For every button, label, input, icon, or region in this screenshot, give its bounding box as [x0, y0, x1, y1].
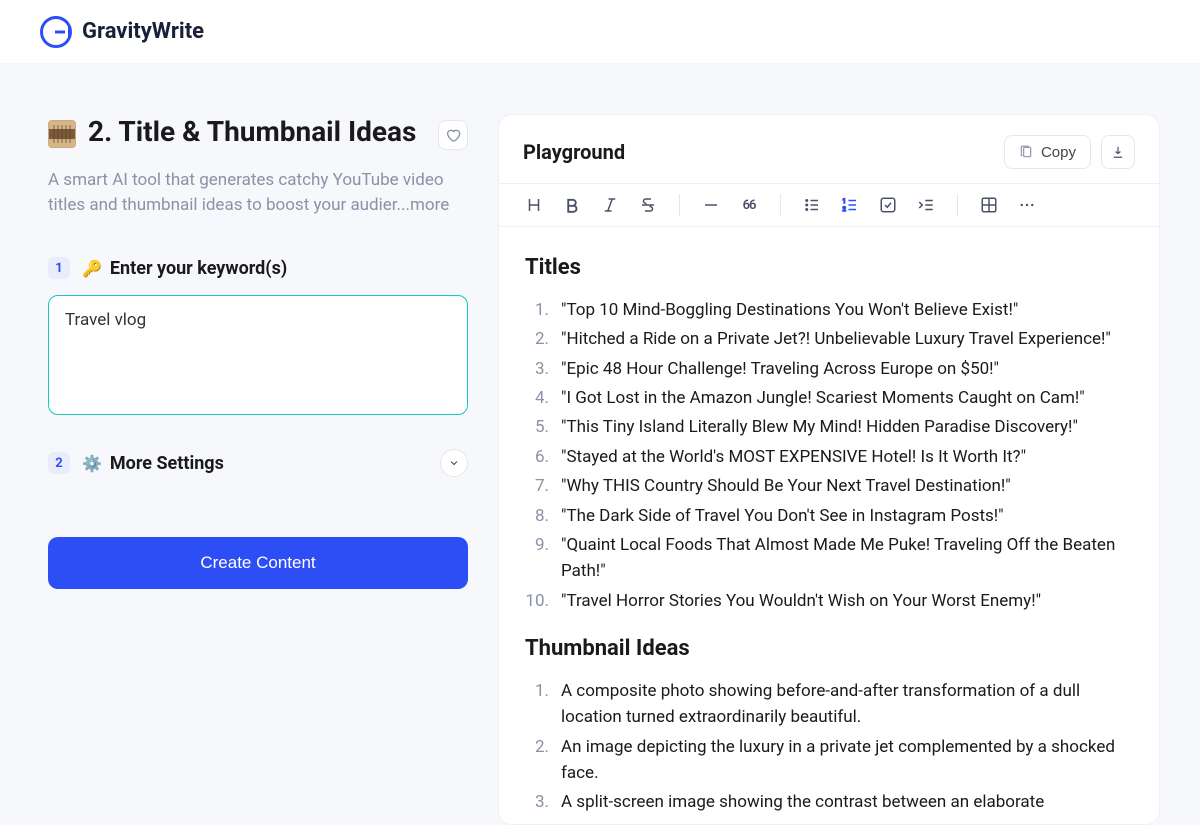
- list-item: "This Tiny Island Literally Blew My Mind…: [525, 414, 1133, 440]
- list-item: "I Got Lost in the Amazon Jungle! Scarie…: [525, 385, 1133, 411]
- ordered-list-button[interactable]: 12: [839, 194, 861, 216]
- list-item: A split-screen image showing the contras…: [525, 789, 1133, 815]
- expand-button[interactable]: [440, 449, 468, 477]
- thumbs-list: A composite photo showing before-and-aft…: [525, 678, 1133, 816]
- heart-icon: [445, 127, 461, 143]
- editor-toolbar: 66 12: [499, 184, 1159, 227]
- copy-button[interactable]: Copy: [1004, 135, 1091, 169]
- step-badge-1: 1: [48, 257, 70, 279]
- key-icon: 🔑: [82, 259, 102, 278]
- brand-name: GravityWrite: [82, 19, 204, 44]
- list-item: "Why THIS Country Should Be Your Next Tr…: [525, 473, 1133, 499]
- thumbs-heading: Thumbnail Ideas: [525, 632, 1133, 666]
- step-badge-2: 2: [48, 452, 70, 474]
- page-title: 2. Title & Thumbnail Ideas: [88, 114, 418, 149]
- app-header: GravityWrite: [0, 0, 1200, 64]
- checklist-button[interactable]: [877, 194, 899, 216]
- svg-text:1: 1: [843, 198, 846, 205]
- titles-list: "Top 10 Mind-Boggling Destinations You W…: [525, 297, 1133, 614]
- output-content[interactable]: Titles "Top 10 Mind-Boggling Destination…: [499, 227, 1159, 824]
- strike-button[interactable]: [637, 194, 659, 216]
- list-item: "Epic 48 Hour Challenge! Traveling Acros…: [525, 356, 1133, 382]
- quote-button[interactable]: 66: [738, 194, 760, 216]
- more-settings-toggle[interactable]: 2 ⚙️ More Settings: [48, 449, 468, 477]
- heading-button[interactable]: [523, 194, 545, 216]
- keyword-label: 🔑 Enter your keyword(s): [82, 258, 287, 279]
- list-item: "Top 10 Mind-Boggling Destinations You W…: [525, 297, 1133, 323]
- download-button[interactable]: [1101, 135, 1135, 169]
- output-panel: Playground Copy 66 12: [498, 114, 1160, 825]
- more-button[interactable]: [1016, 194, 1038, 216]
- config-panel: 2. Title & Thumbnail Ideas A smart AI to…: [48, 114, 468, 825]
- tool-icon: [48, 120, 76, 148]
- create-content-button[interactable]: Create Content: [48, 537, 468, 589]
- bullet-list-button[interactable]: [801, 194, 823, 216]
- brand-logo[interactable]: GravityWrite: [40, 16, 204, 48]
- more-link[interactable]: ...more: [397, 195, 450, 215]
- indent-button[interactable]: [915, 194, 937, 216]
- download-icon: [1111, 145, 1125, 159]
- keyword-input[interactable]: [48, 295, 468, 415]
- list-item: "Travel Horror Stories You Wouldn't Wish…: [525, 588, 1133, 614]
- playground-title: Playground: [523, 140, 625, 164]
- favorite-button[interactable]: [438, 120, 468, 150]
- hr-button[interactable]: [700, 194, 722, 216]
- tool-description: A smart AI tool that generates catchy Yo…: [48, 168, 468, 217]
- table-button[interactable]: [978, 194, 1000, 216]
- bold-button[interactable]: [561, 194, 583, 216]
- italic-button[interactable]: [599, 194, 621, 216]
- list-item: "Hitched a Ride on a Private Jet?! Unbel…: [525, 326, 1133, 352]
- clipboard-icon: [1019, 145, 1033, 159]
- gear-icon: ⚙️: [82, 454, 102, 473]
- list-item: A composite photo showing before-and-aft…: [525, 678, 1133, 731]
- list-item: "Stayed at the World's MOST EXPENSIVE Ho…: [525, 444, 1133, 470]
- chevron-down-icon: [448, 457, 460, 469]
- list-item: "The Dark Side of Travel You Don't See i…: [525, 503, 1133, 529]
- svg-text:2: 2: [843, 206, 847, 213]
- list-item: An image depicting the luxury in a priva…: [525, 734, 1133, 787]
- more-settings-label: ⚙️ More Settings: [82, 453, 224, 474]
- list-item: "Quaint Local Foods That Almost Made Me …: [525, 532, 1133, 585]
- titles-heading: Titles: [525, 251, 1133, 285]
- main-layout: 2. Title & Thumbnail Ideas A smart AI to…: [0, 64, 1200, 825]
- brand-logo-icon: [40, 16, 72, 48]
